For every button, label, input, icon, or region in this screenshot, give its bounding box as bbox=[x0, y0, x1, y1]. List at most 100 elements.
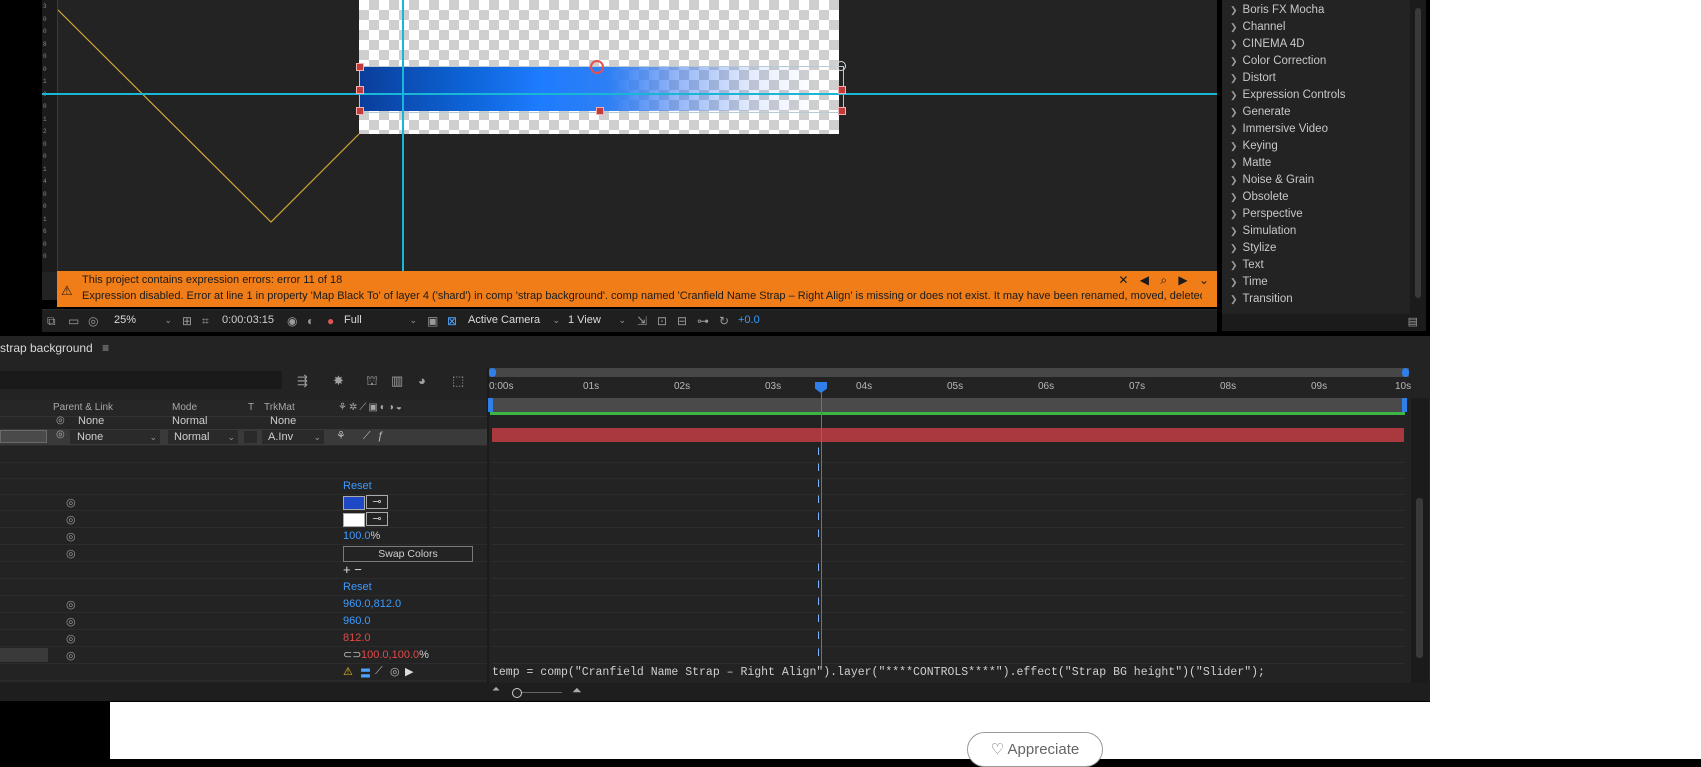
expression-editor[interactable]: temp = comp("Cranfield Name Strap – Righ… bbox=[492, 666, 1404, 682]
work-area-bar[interactable] bbox=[488, 398, 1407, 412]
x-position-value[interactable]: 960.0 bbox=[343, 615, 371, 627]
layer-duration-bar[interactable] bbox=[492, 428, 1404, 442]
time-navigator[interactable] bbox=[489, 368, 1409, 377]
stopwatch-icon[interactable]: ◎ bbox=[66, 513, 76, 526]
expression-pickwhip-icon[interactable]: ◎ bbox=[390, 665, 400, 678]
effect-category[interactable]: ❯ Noise & Grain bbox=[1230, 174, 1314, 186]
appreciate-button[interactable]: ♡ Appreciate bbox=[967, 732, 1103, 767]
color-swatch-black[interactable] bbox=[343, 496, 365, 510]
stopwatch-icon[interactable]: ◎ bbox=[66, 598, 76, 611]
effect-category[interactable]: ❯ Stylize bbox=[1230, 242, 1276, 254]
frame-blending-icon[interactable]: ▥ bbox=[391, 373, 403, 389]
timeline-search-input[interactable] bbox=[0, 371, 282, 389]
comp-mini-flowchart-icon[interactable]: ⇶ bbox=[297, 373, 308, 389]
column-mode[interactable]: Mode bbox=[172, 402, 197, 413]
exposure-value[interactable]: +0.0 bbox=[738, 313, 760, 328]
effect-category[interactable]: ❯ Channel bbox=[1230, 21, 1285, 33]
fast-previews-icon[interactable]: ⊡ bbox=[657, 314, 667, 328]
effect-category[interactable]: ❯ Transition bbox=[1230, 293, 1293, 305]
camera-snapshot-icon[interactable]: ◉ bbox=[287, 314, 297, 328]
view-layout-dropdown[interactable]: 1 View ⌄ bbox=[568, 313, 628, 328]
layer-row-selected[interactable]: ◎ None ⌄ Normal ⌄ A.Inv ⌄ ⚘ ⟋ƒ bbox=[0, 429, 487, 446]
reset-exposure-icon[interactable]: ↻ bbox=[719, 314, 729, 328]
navigator-end-handle[interactable] bbox=[1402, 368, 1409, 377]
monitor-icon[interactable]: ▭ bbox=[68, 314, 79, 328]
camera-dropdown[interactable]: Active Camera ⌄ bbox=[468, 313, 562, 328]
trkmat-dropdown[interactable]: A.Inv ⌄ bbox=[262, 430, 324, 444]
column-t[interactable]: T bbox=[248, 402, 254, 413]
layer-switches[interactable]: ⚘ ⟋ƒ bbox=[336, 429, 391, 443]
swap-colors-button[interactable]: Swap Colors bbox=[343, 546, 473, 562]
mode-dropdown[interactable]: Normal ⌄ bbox=[168, 430, 238, 444]
column-parent[interactable]: Parent & Link bbox=[53, 402, 113, 413]
current-time-indicator[interactable] bbox=[821, 384, 822, 666]
expression-graph-icon[interactable]: ⟋ bbox=[375, 665, 383, 678]
work-area-end[interactable] bbox=[1402, 398, 1407, 412]
effect-category[interactable]: ❯ Matte bbox=[1230, 157, 1271, 169]
zoom-in-icon[interactable]: ⏶ bbox=[572, 683, 582, 698]
stopwatch-icon[interactable]: ◎ bbox=[66, 530, 76, 543]
effect-category[interactable]: ❯ Distort bbox=[1230, 72, 1276, 84]
effect-category[interactable]: ❯ Generate bbox=[1230, 106, 1291, 118]
stopwatch-icon[interactable]: ◎ bbox=[66, 649, 76, 662]
mode-dropdown[interactable]: Normal bbox=[172, 415, 207, 427]
work-area-start[interactable] bbox=[488, 398, 493, 412]
transform-handle[interactable] bbox=[356, 63, 364, 71]
draft-3d-icon[interactable]: ✸ bbox=[333, 373, 344, 389]
effect-category[interactable]: ❯ Immersive Video bbox=[1230, 123, 1328, 135]
region-of-interest-icon[interactable]: ▣ bbox=[427, 314, 438, 328]
effect-category[interactable]: ❯ Boris FX Mocha bbox=[1230, 4, 1324, 16]
blend-value[interactable]: 100.0% bbox=[343, 530, 380, 542]
color-swatch-white[interactable] bbox=[343, 513, 365, 527]
mask-visibility-icon[interactable]: ◎ bbox=[88, 314, 98, 328]
transform-handle[interactable] bbox=[356, 86, 364, 94]
flowchart-icon[interactable]: ⊶ bbox=[697, 314, 709, 328]
expression-warning-icon[interactable]: ⚠ bbox=[343, 665, 353, 678]
eyedropper-icon[interactable]: ⊸ bbox=[366, 512, 388, 526]
layer-name-field[interactable] bbox=[0, 430, 47, 443]
layer-bounding-box[interactable] bbox=[359, 66, 844, 113]
stopwatch-icon[interactable]: ◎ bbox=[66, 547, 76, 560]
constrain-proportions-icon[interactable]: ⊂⊃ bbox=[343, 648, 361, 661]
preserve-transparency-checkbox[interactable] bbox=[244, 431, 257, 443]
new-folder-icon[interactable]: ▤ bbox=[1408, 315, 1418, 328]
effect-category[interactable]: ❯ Color Correction bbox=[1230, 55, 1326, 67]
toggle-pixel-icon[interactable]: ⇲ bbox=[637, 314, 647, 328]
effect-category[interactable]: ❯ Expression Controls bbox=[1230, 89, 1345, 101]
horizontal-guide[interactable] bbox=[42, 93, 1217, 95]
vertical-guide[interactable] bbox=[402, 0, 404, 272]
column-trkmat[interactable]: TrkMat bbox=[264, 402, 295, 413]
reset-link[interactable]: Reset bbox=[343, 581, 372, 593]
switches-icons[interactable]: ⚘✲⟋▣◐◑◒ bbox=[338, 402, 404, 413]
zoom-out-icon[interactable]: ⏶ bbox=[492, 684, 500, 695]
transform-handle[interactable] bbox=[596, 107, 604, 115]
transform-handle[interactable] bbox=[838, 86, 846, 94]
transform-handle[interactable] bbox=[838, 107, 846, 115]
effect-category[interactable]: ❯ Time bbox=[1230, 276, 1268, 288]
resolution-dropdown[interactable]: Full ⌄ bbox=[344, 313, 419, 328]
panel-menu-icon[interactable]: ≡ bbox=[102, 341, 109, 355]
eyedropper-icon[interactable]: ⊸ bbox=[366, 495, 388, 509]
pane-divider[interactable] bbox=[487, 368, 489, 683]
region-icon[interactable]: ⌗ bbox=[202, 314, 209, 329]
effect-category[interactable]: ❯ CINEMA 4D bbox=[1230, 38, 1305, 50]
timecode[interactable]: 0:00:03:15 bbox=[222, 313, 274, 328]
navigator-start-handle[interactable] bbox=[489, 368, 496, 377]
snapshot-region-icon[interactable]: ⧉ bbox=[47, 314, 56, 329]
zoom-dropdown[interactable]: 25% ⌄ bbox=[114, 313, 174, 328]
effect-category[interactable]: ❯ Simulation bbox=[1230, 225, 1296, 237]
position-value[interactable]: 960.0,812.0 bbox=[343, 598, 401, 610]
expression-enable-icon[interactable]: 〓 bbox=[360, 665, 371, 681]
transparency-grid-icon[interactable]: ⊠ bbox=[447, 314, 457, 328]
effect-category[interactable]: ❯ Obsolete bbox=[1230, 191, 1289, 203]
color-channel-icon[interactable]: ● bbox=[327, 314, 334, 328]
effect-category[interactable]: ❯ Keying bbox=[1230, 140, 1278, 152]
reset-link[interactable]: Reset bbox=[343, 480, 372, 492]
effect-category[interactable]: ❯ Text bbox=[1230, 259, 1264, 271]
scale-value[interactable]: 100.0,100.0% bbox=[361, 649, 429, 661]
timeline-tab[interactable]: strap background ≡ bbox=[0, 336, 115, 360]
trkmat-dropdown[interactable]: None bbox=[270, 415, 296, 427]
corner-handle[interactable] bbox=[836, 61, 846, 71]
y-position-value[interactable]: 812.0 bbox=[343, 632, 371, 644]
shy-layers-icon[interactable]: ⛫ bbox=[366, 373, 378, 391]
